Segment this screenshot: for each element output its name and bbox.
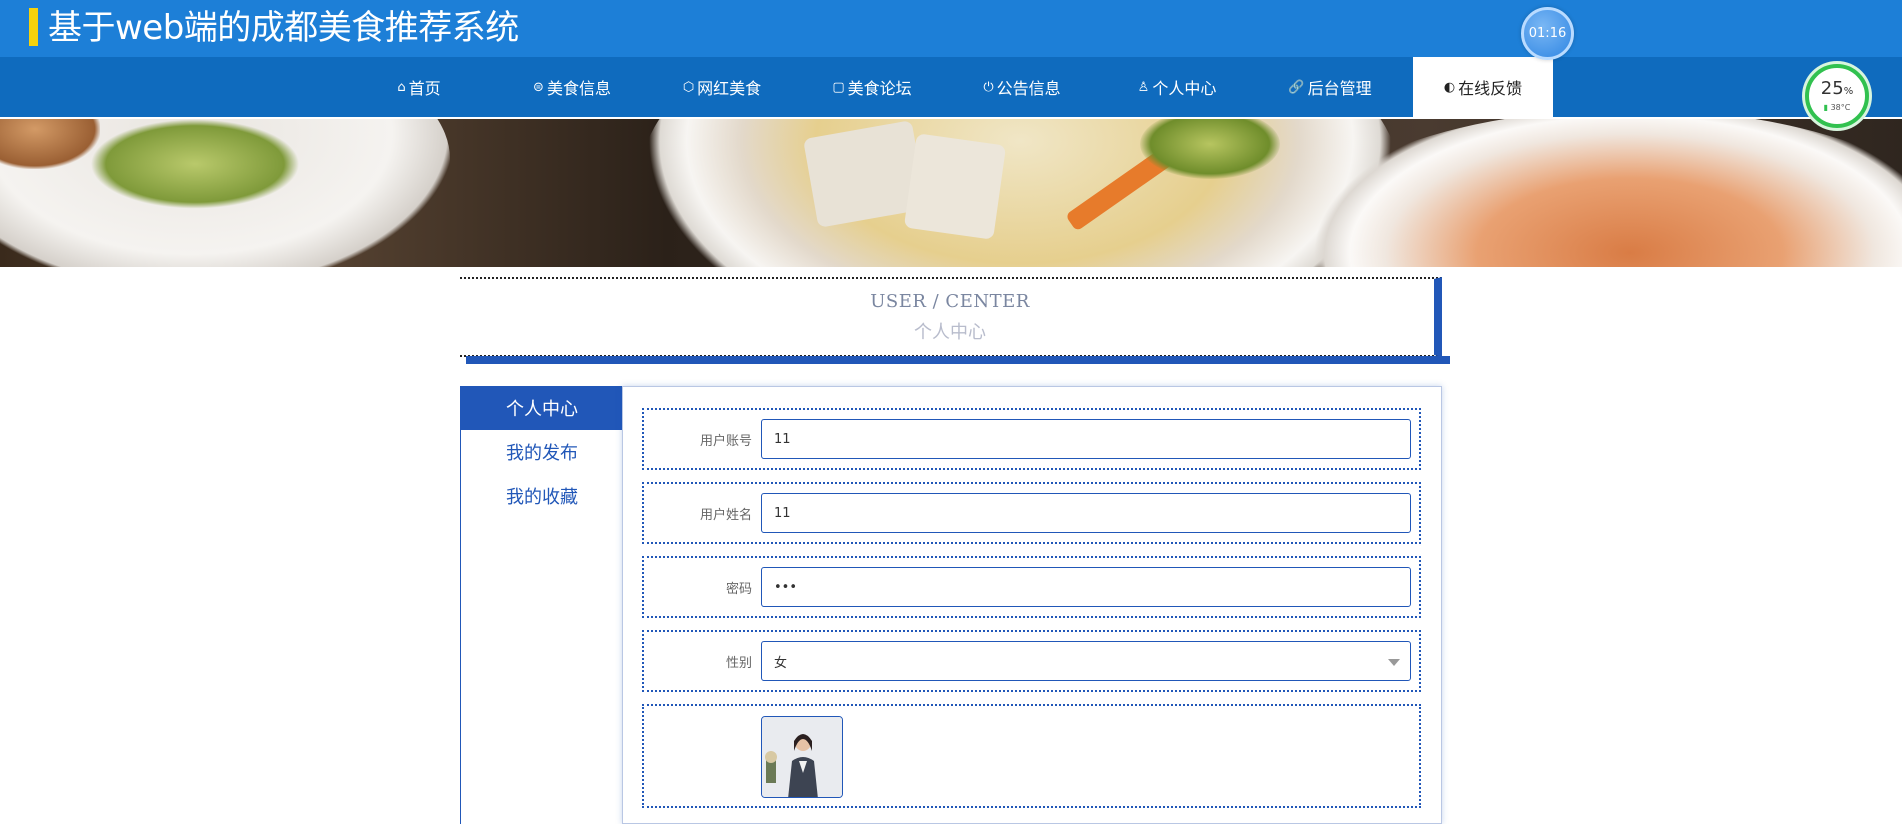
avatar-image <box>762 717 842 797</box>
password-input[interactable]: ••• <box>761 567 1411 607</box>
power-icon: ⏻ <box>983 79 994 95</box>
banner-image <box>0 119 1902 267</box>
cube-icon: ⬡ <box>682 79 695 95</box>
gauge-value: 25 <box>1820 77 1844 99</box>
gender-select[interactable]: 女 <box>761 641 1411 681</box>
name-input[interactable]: 11 <box>761 493 1411 533</box>
form-row-password: 密码 ••• <box>642 556 1421 618</box>
password-label: 密码 <box>725 581 752 597</box>
gender-label: 性别 <box>725 655 752 671</box>
gauge-unit: % <box>1843 85 1854 97</box>
name-label: 用户姓名 <box>699 507 752 523</box>
nav-admin[interactable]: 🔗 后台管理 <box>1260 57 1400 117</box>
food-info-icon: ⊜ <box>533 79 544 95</box>
sidebar-tab-my-favorites[interactable]: 我的收藏 <box>461 474 623 518</box>
form-row-gender: 性别 女 <box>642 630 1421 692</box>
home-icon: ⌂ <box>397 79 406 95</box>
floating-clock[interactable]: 01:16 <box>1521 7 1574 60</box>
nav-forum[interactable]: ▢ 美食论坛 <box>802 57 942 117</box>
gauge-temp: 38°C <box>1830 102 1851 112</box>
nav-food-info[interactable]: ⊜ 美食信息 <box>502 57 642 117</box>
form-row-name: 用户姓名 11 <box>642 482 1421 544</box>
nav-feedback[interactable]: ◐ 在线反馈 <box>1413 57 1553 117</box>
form-row-avatar <box>642 704 1421 808</box>
chevron-down-icon <box>1388 659 1400 666</box>
section-header <box>460 277 1442 357</box>
performance-gauge[interactable]: 25% ▮ 38°C <box>1805 64 1869 128</box>
account-input[interactable]: 11 <box>761 419 1411 459</box>
title-accent-bar <box>29 8 38 46</box>
section-title-cn: 个人中心 <box>914 322 986 343</box>
main-nav: ⌂ 首页 ⊜ 美食信息 ⬡ 网红美食 ▢ 美食论坛 ⏻ 公告信息 ♙ 个人中心 🔗 后台管理 … <box>0 57 1902 119</box>
user-icon: ♙ <box>1137 79 1150 95</box>
avatar-upload[interactable] <box>761 716 843 798</box>
form-row-account: 用户账号 11 <box>642 408 1421 470</box>
top-header: 基于web端的成都美食推荐系统 <box>0 0 1902 57</box>
thermometer-icon: ▮ <box>1823 102 1829 112</box>
forum-icon: ▢ <box>832 79 845 95</box>
gender-value: 女 <box>774 655 788 671</box>
site-title: 基于web端的成都美食推荐系统 <box>48 8 519 48</box>
section-header-bar <box>466 356 1450 364</box>
nav-user-center[interactable]: ♙ 个人中心 <box>1107 57 1247 117</box>
sidebar-tab-user-center[interactable]: 个人中心 <box>461 386 623 430</box>
nav-popular-food[interactable]: ⬡ 网红美食 <box>652 57 792 117</box>
sidebar-tab-my-posts[interactable]: 我的发布 <box>461 430 623 474</box>
nav-home[interactable]: ⌂ 首页 <box>349 57 489 117</box>
feedback-icon: ◐ <box>1443 79 1456 95</box>
nav-announcements[interactable]: ⏻ 公告信息 <box>952 57 1092 117</box>
user-sidebar: 个人中心 我的发布 我的收藏 <box>460 386 623 824</box>
section-title-en: USER / CENTER <box>870 291 1030 312</box>
account-label: 用户账号 <box>699 433 752 449</box>
link-icon: 🔗 <box>1288 79 1305 95</box>
